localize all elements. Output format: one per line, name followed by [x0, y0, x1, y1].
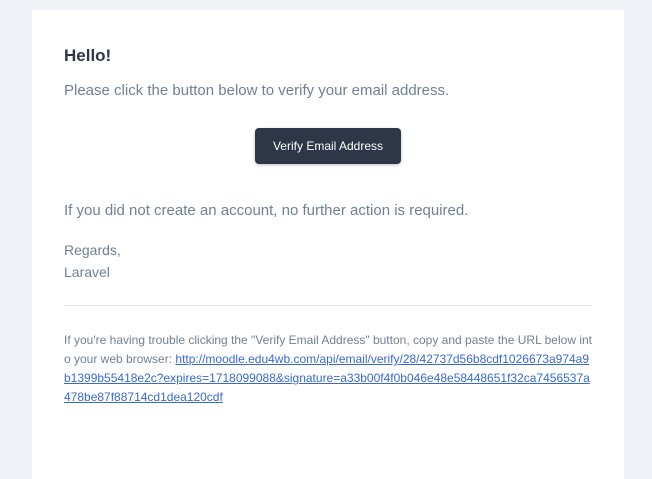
subcopy-divider: [64, 305, 592, 306]
verify-button-wrapper: Verify Email Address: [64, 128, 592, 164]
sender-name: Laravel: [64, 264, 110, 280]
no-action-text: If you did not create an account, no fur…: [64, 202, 469, 219]
verify-email-button[interactable]: Verify Email Address: [254, 128, 402, 164]
page-top-strip: [0, 0, 652, 10]
email-card: Hello! Please click the button below to …: [32, 10, 624, 479]
email-greeting: Hello!: [64, 46, 112, 65]
signature-block: Regards, Laravel: [64, 239, 592, 283]
subcopy-text: If you're having trouble clicking the "V…: [64, 331, 592, 407]
regards-text: Regards,: [64, 242, 121, 258]
email-intro-text: Please click the button below to verify …: [64, 82, 450, 99]
